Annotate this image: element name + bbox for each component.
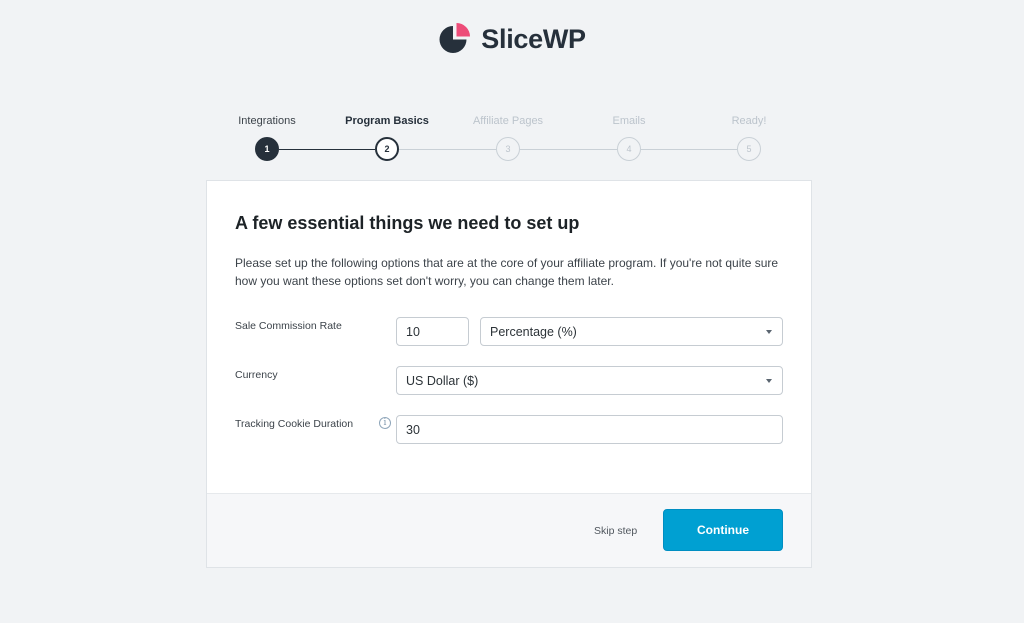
- pie-chart-logo-icon: [439, 23, 471, 53]
- cookie-duration-input[interactable]: 30: [396, 415, 783, 444]
- step-label-affiliate-pages: Affiliate Pages: [472, 115, 544, 127]
- step-circle-1[interactable]: 1: [255, 137, 279, 161]
- setup-progress-steps: Integrations Program Basics Affiliate Pa…: [207, 110, 811, 166]
- card-footer: Skip step Continue: [207, 493, 811, 567]
- step-connector-1-2: [279, 148, 375, 150]
- step-connector-3-4: [520, 148, 617, 150]
- step-connector-4-5: [641, 148, 737, 150]
- step-circle-2: 2: [375, 137, 399, 161]
- step-connector-2-3: [399, 148, 496, 150]
- brand-logo: SliceWP: [0, 22, 1024, 56]
- currency-label: Currency: [235, 369, 278, 381]
- setup-card: A few essential things we need to set up…: [206, 180, 812, 568]
- card-description: Please set up the following options that…: [235, 256, 779, 288]
- brand-name: SliceWP: [481, 23, 586, 54]
- step-circle-5: 5: [737, 137, 761, 161]
- chevron-down-icon: [766, 379, 772, 383]
- info-icon[interactable]: i: [379, 417, 391, 429]
- step-label-emails: Emails: [612, 115, 646, 127]
- chevron-down-icon: [766, 330, 772, 334]
- cookie-duration-label: Tracking Cookie Duration: [235, 418, 354, 430]
- step-circle-3: 3: [496, 137, 520, 161]
- step-label-ready: Ready!: [731, 115, 767, 127]
- step-label-integrations: Integrations: [238, 115, 296, 127]
- commission-type-select[interactable]: Percentage (%): [480, 317, 783, 346]
- continue-button[interactable]: Continue: [663, 509, 783, 551]
- card-title: A few essential things we need to set up: [235, 213, 580, 233]
- step-circle-4: 4: [617, 137, 641, 161]
- skip-step-link[interactable]: Skip step: [594, 525, 637, 537]
- commission-rate-input[interactable]: 10: [396, 317, 469, 346]
- currency-value: US Dollar ($): [406, 373, 479, 388]
- commission-type-value: Percentage (%): [490, 324, 577, 339]
- step-label-program-basics: Program Basics: [345, 115, 429, 127]
- currency-select[interactable]: US Dollar ($): [396, 366, 783, 395]
- commission-rate-label: Sale Commission Rate: [235, 320, 342, 332]
